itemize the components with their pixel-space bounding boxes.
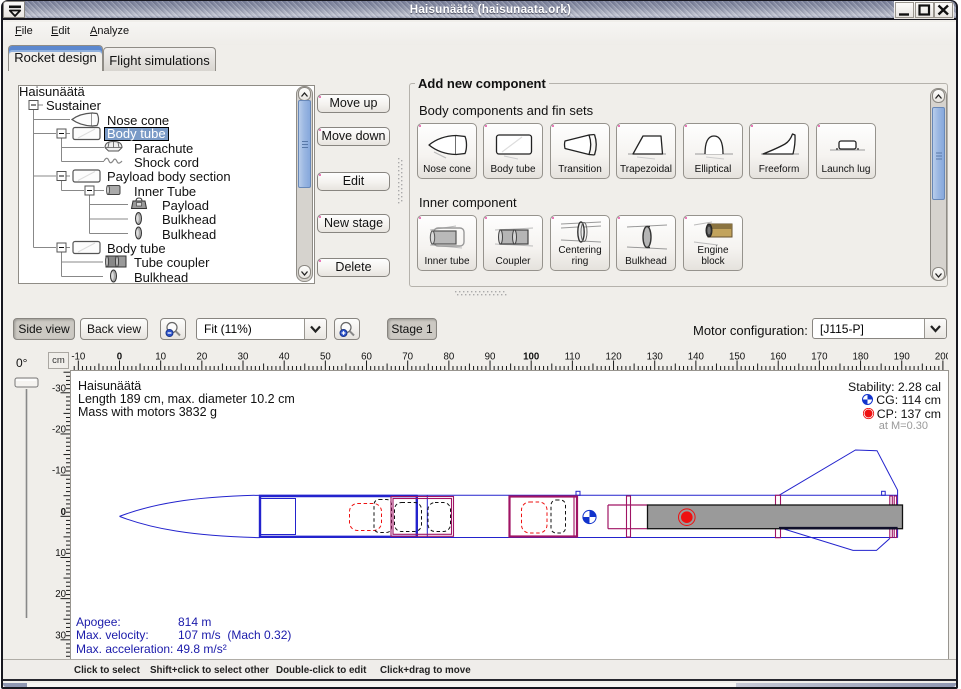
svg-text:-10: -10 <box>71 352 86 363</box>
svg-text:-20: -20 <box>52 424 67 435</box>
svg-text:160: 160 <box>770 352 787 363</box>
svg-text:110: 110 <box>565 352 581 363</box>
svg-text:60: 60 <box>361 352 372 363</box>
svg-text:70: 70 <box>402 352 413 363</box>
svg-text:100: 100 <box>523 352 539 363</box>
svg-text:80: 80 <box>443 352 454 363</box>
svg-text:170: 170 <box>811 352 828 363</box>
svg-text:30: 30 <box>238 352 249 363</box>
svg-text:190: 190 <box>894 352 911 363</box>
svg-text:10: 10 <box>155 352 166 363</box>
svg-text:0: 0 <box>61 507 66 518</box>
svg-text:50: 50 <box>320 352 331 363</box>
svg-text:120: 120 <box>605 352 622 363</box>
svg-text:90: 90 <box>485 352 496 363</box>
svg-text:-10: -10 <box>52 466 67 477</box>
svg-text:20: 20 <box>196 352 207 363</box>
svg-text:180: 180 <box>852 352 869 363</box>
svg-text:150: 150 <box>729 352 746 363</box>
svg-text:140: 140 <box>688 352 705 363</box>
svg-text:20: 20 <box>55 589 66 600</box>
svg-text:30: 30 <box>55 630 66 641</box>
svg-text:-30: -30 <box>52 383 67 394</box>
svg-text:200: 200 <box>935 352 948 363</box>
svg-text:0: 0 <box>117 352 122 363</box>
svg-text:130: 130 <box>647 352 664 363</box>
svg-text:40: 40 <box>279 352 290 363</box>
svg-text:10: 10 <box>55 548 66 559</box>
